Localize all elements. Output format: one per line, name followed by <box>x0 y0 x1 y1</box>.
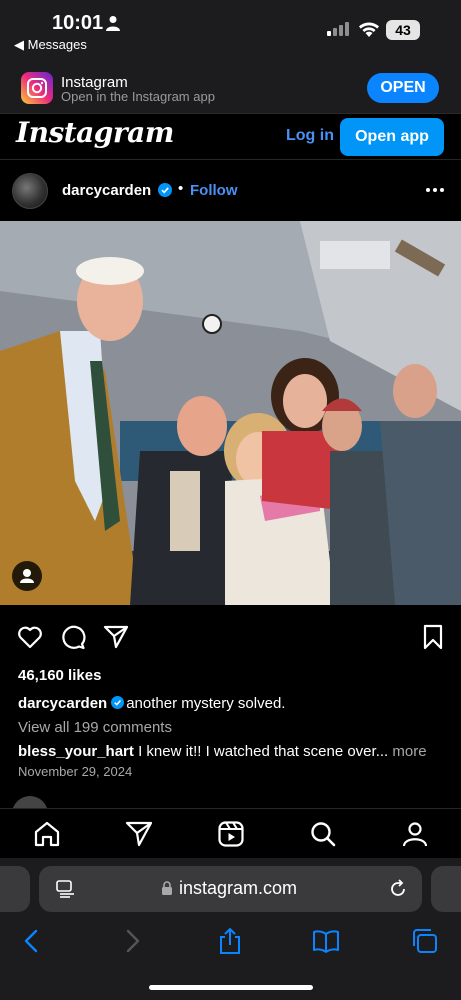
author-avatar[interactable] <box>12 173 48 209</box>
comment-more-link[interactable]: more <box>392 743 426 760</box>
wifi-icon <box>359 22 379 37</box>
home-indicator <box>149 985 313 990</box>
banner-open-button[interactable]: OPEN <box>367 73 439 103</box>
smart-app-banner: Instagram Open in the Instagram app OPEN <box>0 60 461 114</box>
author-username[interactable]: darcycarden <box>62 182 151 199</box>
bottom-navigation <box>0 808 461 858</box>
post-actions <box>0 620 461 652</box>
next-tab-preview[interactable] <box>431 866 461 912</box>
battery-indicator: 43 <box>386 20 420 40</box>
status-time: 10:01 <box>52 12 104 34</box>
instagram-header: Instagram Log in Open app <box>0 114 461 160</box>
status-bar: 10:01 ◀ Messages 43 <box>0 0 461 60</box>
heart-icon[interactable] <box>17 624 43 650</box>
follow-button[interactable]: Follow <box>190 182 238 199</box>
instagram-logo[interactable]: Instagram <box>16 116 174 149</box>
caption-username[interactable]: darcycarden <box>18 695 107 712</box>
verified-badge-icon <box>111 696 125 709</box>
bookmarks-icon[interactable] <box>312 928 340 954</box>
share-sheet-icon[interactable] <box>216 928 244 954</box>
post-photo[interactable] <box>0 221 461 605</box>
caption-text: another mystery solved. <box>126 695 286 712</box>
comment-icon[interactable] <box>60 624 86 650</box>
comment-text: I knew it!! I watched that scene over... <box>138 743 389 760</box>
tabs-icon[interactable] <box>411 928 439 954</box>
instagram-app-icon <box>21 72 53 104</box>
post-date: November 29, 2024 <box>18 764 133 779</box>
reload-icon[interactable] <box>388 879 408 899</box>
reels-icon[interactable] <box>217 820 245 848</box>
separator-dot: • <box>178 180 184 197</box>
profile-icon[interactable] <box>401 820 429 848</box>
search-icon[interactable] <box>309 820 337 848</box>
address-bar[interactable]: instagram.com <box>39 866 422 912</box>
more-options-icon[interactable] <box>424 182 446 198</box>
previous-tab-preview[interactable] <box>0 866 30 912</box>
verified-badge-icon <box>158 183 172 197</box>
share-icon[interactable] <box>103 624 129 650</box>
focus-person-icon <box>106 16 120 31</box>
open-app-button[interactable]: Open app <box>340 118 444 156</box>
post-header: darcycarden • Follow <box>0 166 461 216</box>
url-text[interactable]: instagram.com <box>179 878 297 899</box>
bookmark-icon[interactable] <box>420 624 446 650</box>
login-link[interactable]: Log in <box>286 127 334 145</box>
comment-preview: bless_your_hart I knew it!! I watched th… <box>18 743 448 760</box>
forward-icon[interactable] <box>118 928 146 954</box>
back-icon[interactable] <box>18 928 46 954</box>
explore-send-icon[interactable] <box>125 820 153 848</box>
tagged-people-button[interactable] <box>12 561 42 591</box>
reader-mode-icon[interactable] <box>56 880 76 898</box>
home-icon[interactable] <box>33 820 61 848</box>
post-caption: darcycarden another mystery solved. <box>18 695 448 712</box>
back-to-messages[interactable]: ◀ Messages <box>14 37 87 53</box>
view-all-comments-link[interactable]: View all 199 comments <box>18 719 172 736</box>
comment-username[interactable]: bless_your_hart <box>18 743 134 760</box>
person-tag-icon <box>20 569 34 583</box>
lock-icon <box>162 881 172 895</box>
safari-toolbar: instagram.com <box>0 858 461 1000</box>
likes-count[interactable]: 46,160 likes <box>18 667 101 684</box>
banner-subtitle: Open in the Instagram app <box>61 89 215 104</box>
cellular-signal-icon <box>327 22 349 36</box>
